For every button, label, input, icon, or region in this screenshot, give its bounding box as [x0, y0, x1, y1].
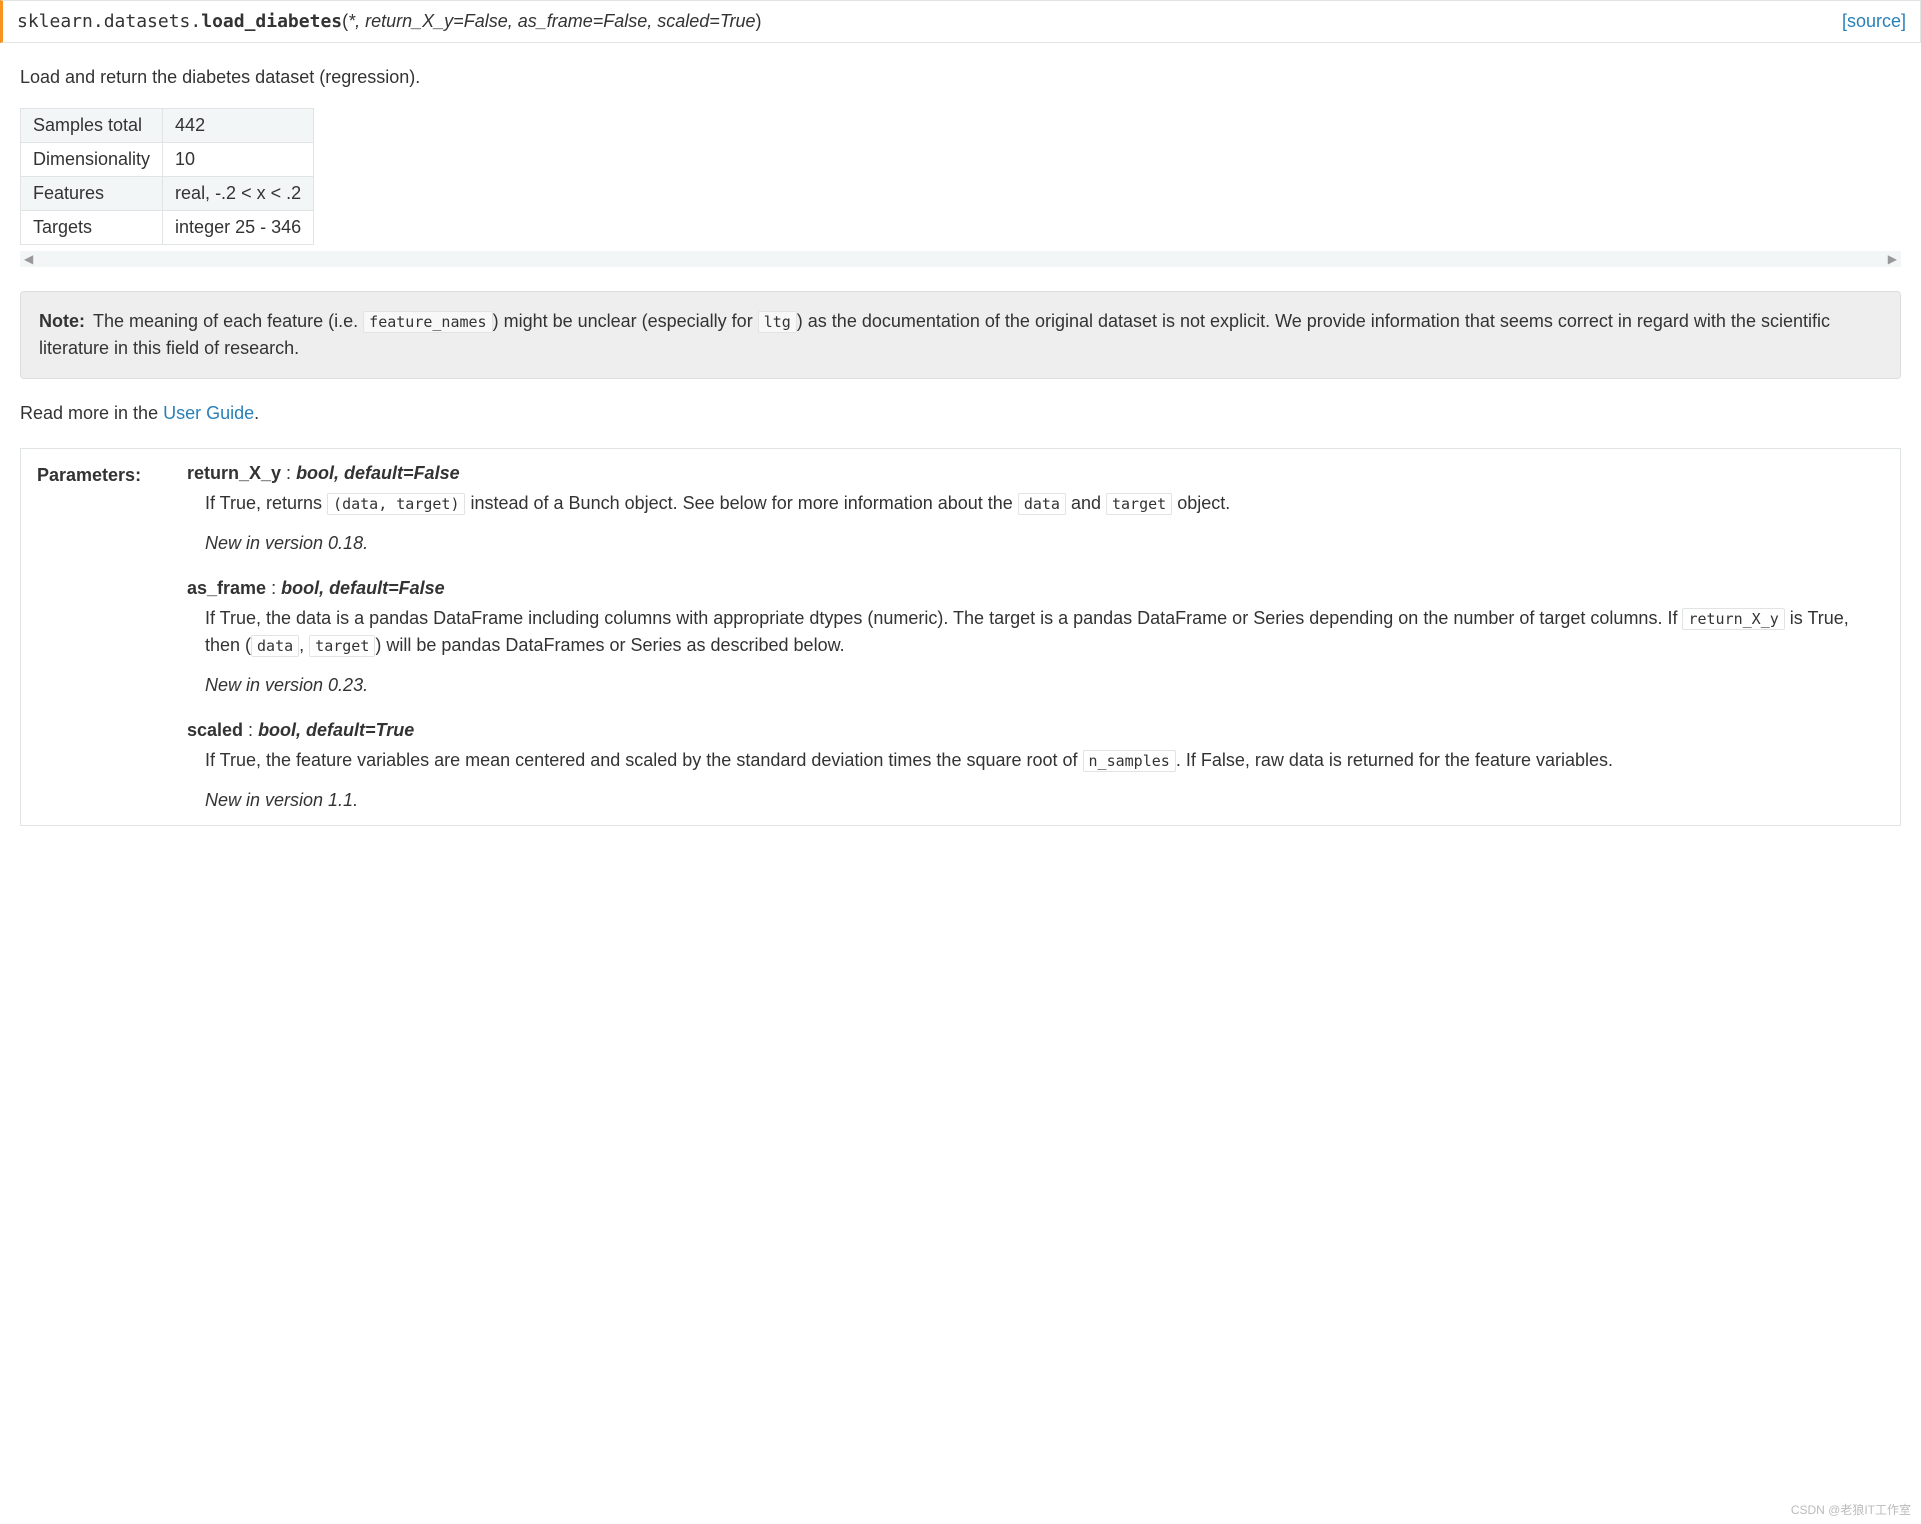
param-description: If True, the feature variables are mean … [187, 747, 1884, 774]
param-version: New in version 1.1. [187, 790, 1884, 811]
signature-params: *, return_X_y=False, as_frame=False, sca… [348, 11, 755, 31]
param-item: as_frame : bool, default=False If True, t… [187, 578, 1884, 696]
function-signature: sklearn.datasets.load_diabetes(*, return… [0, 0, 1921, 43]
param-item: return_X_y : bool, default=False If True,… [187, 463, 1884, 554]
source-link[interactable]: [source] [1842, 11, 1906, 32]
watermark: CSDN @老狼IT工作室 [1791, 1501, 1911, 1518]
parameters-label: Parameters: [37, 463, 187, 486]
note-text-1: The meaning of each feature (i.e. [93, 311, 363, 331]
note-label: Note: [39, 311, 85, 331]
read-more-prefix: Read more in the [20, 403, 163, 423]
param-item: scaled : bool, default=True If True, the … [187, 720, 1884, 811]
param-text: ) will be pandas DataFrames or Series as… [375, 635, 844, 655]
info-row: Featuresreal, -.2 < x < .2 [21, 177, 314, 211]
param-description: If True, returns (data, target) instead … [187, 490, 1884, 517]
info-value: 10 [163, 143, 314, 177]
signature-text: sklearn.datasets.load_diabetes(*, return… [17, 11, 762, 32]
param-name: scaled [187, 720, 243, 740]
param-text: If True, the feature variables are mean … [205, 750, 1083, 770]
param-name: as_frame [187, 578, 266, 598]
param-text: object. [1172, 493, 1230, 513]
param-code: data [1018, 493, 1066, 515]
info-row: Samples total442 [21, 109, 314, 143]
info-label: Samples total [21, 109, 163, 143]
parameters-section: Parameters: return_X_y : bool, default=F… [20, 448, 1901, 826]
param-code: target [309, 635, 375, 657]
param-code: (data, target) [327, 493, 465, 515]
info-label: Features [21, 177, 163, 211]
param-code: return_X_y [1682, 608, 1784, 630]
info-label: Dimensionality [21, 143, 163, 177]
signature-name: load_diabetes [201, 11, 342, 32]
param-code: data [251, 635, 299, 657]
param-colon: : [266, 578, 281, 598]
user-guide-link[interactable]: User Guide [163, 403, 254, 423]
dataset-info-table: Samples total442Dimensionality10Features… [20, 108, 314, 245]
param-header: scaled : bool, default=True [187, 720, 1884, 741]
signature-close-paren: ) [756, 11, 762, 31]
param-colon: : [281, 463, 296, 483]
note-box: Note: The meaning of each feature (i.e. f… [20, 291, 1901, 379]
signature-module: sklearn.datasets. [17, 11, 201, 32]
function-description: Load and return the diabetes dataset (re… [20, 67, 1901, 88]
info-row: Targetsinteger 25 - 346 [21, 211, 314, 245]
param-text: If True, returns [205, 493, 327, 513]
param-text: . If False, raw data is returned for the… [1176, 750, 1613, 770]
param-version: New in version 0.23. [187, 675, 1884, 696]
scroll-left-arrow: ◀ [24, 252, 33, 266]
param-code: n_samples [1083, 750, 1176, 772]
info-row: Dimensionality10 [21, 143, 314, 177]
param-type: bool, default=False [281, 578, 445, 598]
scroll-hint-bar: ◀ ▶ [20, 251, 1901, 267]
info-value: real, -.2 < x < .2 [163, 177, 314, 211]
param-type: bool, default=False [296, 463, 460, 483]
param-text: If True, the data is a pandas DataFrame … [205, 608, 1682, 628]
note-text-2: ) might be unclear (especially for [493, 311, 758, 331]
note-code-feature-names: feature_names [363, 311, 492, 333]
param-colon: : [243, 720, 258, 740]
info-label: Targets [21, 211, 163, 245]
info-value: integer 25 - 346 [163, 211, 314, 245]
param-header: as_frame : bool, default=False [187, 578, 1884, 599]
read-more: Read more in the User Guide. [20, 403, 1901, 424]
param-text: , [299, 635, 309, 655]
param-description: If True, the data is a pandas DataFrame … [187, 605, 1884, 659]
read-more-suffix: . [254, 403, 259, 423]
param-header: return_X_y : bool, default=False [187, 463, 1884, 484]
param-name: return_X_y [187, 463, 281, 483]
note-code-ltg: ltg [758, 311, 797, 333]
scroll-right-arrow: ▶ [1888, 252, 1897, 266]
info-value: 442 [163, 109, 314, 143]
param-text: instead of a Bunch object. See below for… [465, 493, 1017, 513]
param-text: and [1066, 493, 1106, 513]
param-type: bool, default=True [258, 720, 414, 740]
param-code: target [1106, 493, 1172, 515]
param-version: New in version 0.18. [187, 533, 1884, 554]
